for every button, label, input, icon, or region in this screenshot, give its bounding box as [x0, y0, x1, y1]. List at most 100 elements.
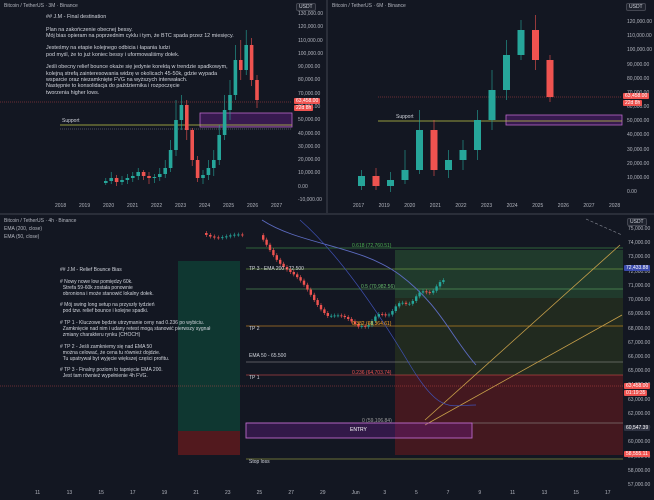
quote-currency-6m[interactable]: USDT: [626, 3, 646, 11]
p4h-candle: [442, 280, 445, 283]
p3m-price-tick: 110,000.00: [298, 37, 323, 44]
p4h-price-tick: 63,000.00: [628, 396, 651, 403]
p4h-candle: [217, 237, 220, 239]
p4h-candle: [323, 309, 326, 314]
p4h-price-tick: 70,000.00: [628, 297, 651, 304]
p4h-candle: [209, 234, 212, 237]
p3m-candle: [255, 80, 259, 100]
chart-title-6m: Bitcoin / TetherUS · 6M · Binance: [332, 3, 406, 9]
p3m-price-tick: -10,000.00: [298, 197, 322, 203]
p3m-price-tick: 10,000.00: [298, 170, 321, 177]
p3m-candle: [222, 110, 227, 135]
p4h-time-tick: 17: [130, 490, 136, 496]
price-tag-3m: 63,458.00: [294, 98, 321, 104]
note-relief-bounce: ## J.M - Relief Bounce Bias # Nowy nowe …: [60, 267, 211, 380]
p3m-candle: [158, 174, 162, 177]
price-countdown-6m: 22d 8h: [623, 100, 643, 106]
p4h-price-tick: 65,000.00: [628, 368, 651, 375]
p6m-price-tick: 80,000.00: [627, 75, 650, 82]
p4h-candle: [387, 314, 391, 316]
p4h-time-tick: 29: [320, 490, 326, 496]
p4h-time-tick: 27: [288, 490, 294, 496]
price-axis-6m[interactable]: 120,000.00 110,000.00 100,000.00 90,000.00 8…: [625, 19, 654, 195]
p3m-price-tick: 0.00: [298, 183, 308, 190]
panel-3m-chart[interactable]: Bitcoin / TetherUS · 3M · Binance USDT #…: [0, 0, 326, 213]
p6m-candle: [387, 180, 394, 186]
quote-currency-3m[interactable]: USDT: [296, 3, 316, 11]
p4h-candle: [265, 239, 268, 245]
panel-6m-chart[interactable]: Bitcoin / TetherUS · 6M · Binance USDT S…: [328, 0, 654, 213]
p6m-time-tick: 2020: [404, 203, 416, 209]
p4h-candle: [435, 286, 438, 291]
p3m-candle: [195, 160, 200, 178]
p3m-price-tick: 120,000.00: [298, 24, 324, 31]
quote-currency-4h[interactable]: USDT: [627, 218, 647, 226]
time-axis-4h[interactable]: 11 13 15 17 19 21 23 25 27 29 Jun 3 5 7 9 11 13 15 17: [0, 490, 623, 499]
p4h-time-tick: 13: [66, 490, 73, 496]
p4h-candle: [428, 292, 431, 294]
p4h-price-tick: 66,000.00: [628, 354, 651, 360]
p4h-candle: [292, 271, 295, 275]
p3m-candle: [233, 60, 238, 95]
fib-label-0: 0 (59,106.84): [362, 418, 392, 424]
legend-ema50[interactable]: EMA (50, close): [4, 234, 39, 240]
p4h-time-tick: 3: [383, 490, 387, 496]
p4h-candle: [299, 277, 302, 281]
p4h-candle: [330, 315, 333, 317]
p3m-candle: [125, 178, 130, 180]
support-label-3m: Support: [62, 118, 80, 124]
p4h-candle: [229, 235, 232, 237]
p4h-candle: [398, 303, 401, 307]
p4h-candle: [213, 236, 216, 238]
p3m-candle: [249, 45, 254, 80]
p4h-candle: [340, 315, 343, 317]
p6m-time-tick: 2024: [506, 203, 518, 209]
p6m-time-tick: 2026: [557, 203, 569, 209]
p3m-candle: [168, 150, 173, 168]
level-tp2: TP 2: [249, 326, 260, 332]
p4h-candle: [377, 314, 380, 317]
level-entry: ENTRY: [350, 427, 367, 433]
p4h-candle: [262, 235, 265, 240]
time-axis-6m[interactable]: 2017 2019 2020 2021 2022 2023 2024 2025 2026 2027…: [328, 203, 622, 212]
p3m-price-tick: 40,000.00: [298, 130, 321, 137]
p6m-price-tick: 10,000.00: [627, 174, 650, 181]
p3m-time-tick: 2023: [175, 203, 187, 209]
price-tag-6m: 63,458.00: [623, 93, 650, 99]
p3m-candle: [131, 176, 135, 178]
p4h-time-tick: 19: [161, 490, 168, 496]
p4h-price-tick: 73,000.00: [628, 254, 651, 261]
p4h-price-tick: 75,000.00: [628, 226, 651, 232]
p3m-candle: [206, 168, 211, 175]
p4h-time-tick: 23: [225, 490, 231, 496]
p4h-time-tick: 7: [446, 490, 450, 496]
p4h-candle: [408, 303, 411, 305]
tag-countdown: 01:19:35: [624, 390, 648, 396]
p6m-price-tick: 0.00: [627, 189, 637, 195]
p6m-price-tick: 40,000.00: [627, 132, 650, 139]
p6m-price-tick: 120,000.00: [627, 19, 653, 25]
p6m-candle: [401, 170, 409, 180]
p3m-time-tick: 2027: [271, 203, 283, 209]
p4h-price-tick: 60,000.00: [628, 439, 651, 446]
p6m-price-tick: 100,000.00: [627, 47, 653, 54]
p3m-time-tick: 2021: [127, 203, 139, 209]
p3m-price-tick: 90,000.00: [298, 64, 321, 71]
time-axis-3m[interactable]: 2018 2019 2020 2021 2022 2023 2024 2025 2026 2027: [0, 203, 292, 212]
chart-6m-canvas[interactable]: [328, 0, 654, 213]
legend-ema200[interactable]: EMA (200, close): [4, 226, 42, 232]
p4h-candle: [418, 292, 421, 297]
panel-4h-chart[interactable]: Bitcoin / TetherUS · 4h · Binance EMA (2…: [0, 215, 654, 500]
p3m-candle: [174, 120, 178, 150]
p3m-candle: [109, 178, 113, 181]
p3m-candle: [239, 60, 243, 70]
p3m-price-tick: 20,000.00: [298, 157, 321, 164]
stop-zone: [395, 375, 623, 455]
p4h-candle: [279, 259, 282, 264]
p4h-time-tick: 11: [35, 490, 41, 496]
fib-label-236: 0.236 (64,703.74): [352, 370, 392, 376]
p3m-candle: [190, 130, 194, 160]
left-red-zone: [178, 431, 240, 455]
p4h-time-tick: 25: [256, 490, 263, 496]
p3m-candle: [104, 181, 108, 183]
